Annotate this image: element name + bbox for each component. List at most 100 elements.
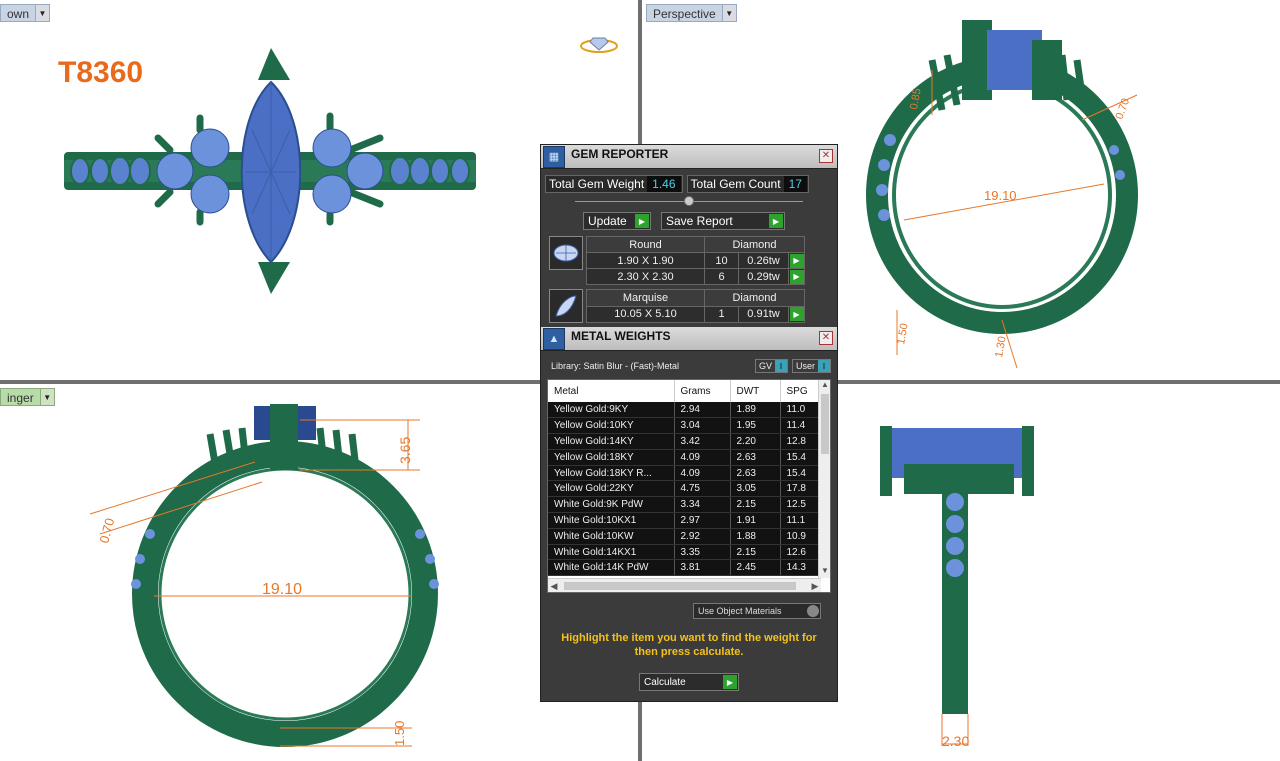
total-gem-weight-label: Total Gem Weight — [549, 177, 645, 191]
metal-name: Yellow Gold:18KY — [548, 449, 675, 466]
metal-table-container[interactable]: Metal Grams DWT SPG Yellow Gold:9KY 2.94 1… — [547, 379, 831, 593]
user-toggle[interactable]: User I — [791, 359, 831, 373]
metal-grams: 4.09 — [674, 465, 731, 482]
metal-dwt: 2.20 — [730, 433, 781, 450]
metal-name: White Gold:10KX1 — [548, 512, 675, 529]
metal-spg: 15.4 — [780, 449, 821, 466]
metal-spg: 17.8 — [780, 480, 821, 498]
metal-weights-title: METAL WEIGHTS — [571, 328, 671, 343]
table-row[interactable]: White Gold:14KX1 3.35 2.15 12.6 — [548, 544, 821, 561]
scrollbar-thumb[interactable] — [821, 394, 829, 454]
total-gem-count: Total Gem Count 17 — [686, 175, 809, 193]
gem-size: 10.05 X 5.10 — [586, 305, 705, 323]
vertical-scrollbar[interactable]: ▲ ▼ — [818, 380, 830, 578]
table-row[interactable]: White Gold:10KX1 2.97 1.91 11.1 — [548, 512, 821, 529]
library-label: Library: Satin Blur - (Fast)-Metal — [551, 361, 680, 371]
close-icon[interactable]: ✕ — [819, 331, 833, 345]
metal-name: White Gold:9K PdW — [548, 496, 675, 514]
metal-name: Yellow Gold:14KY — [548, 433, 675, 450]
metal-dwt: 2.45 — [730, 559, 781, 577]
metal-grams: 3.04 — [674, 417, 731, 435]
ring-thumbnail-icon[interactable] — [580, 37, 618, 53]
total-gem-count-value: 17 — [783, 176, 807, 192]
column-header-spg[interactable]: SPG — [780, 380, 821, 402]
horizontal-scrollbar[interactable]: ◀ ▶ — [548, 578, 821, 592]
metal-name: White Gold:14K PdW — [548, 559, 675, 577]
scroll-right-icon[interactable]: ▶ — [809, 579, 821, 592]
use-object-materials-toggle[interactable]: Use Object Materials — [693, 603, 821, 619]
metal-grams: 4.09 — [674, 449, 731, 466]
slider-handle[interactable] — [684, 196, 694, 206]
column-header-dwt[interactable]: DWT — [730, 380, 781, 402]
metal-spg: 14.3 — [780, 559, 821, 577]
metal-table: Metal Grams DWT SPG Yellow Gold:9KY 2.94 1… — [548, 380, 821, 577]
go-arrow-icon: ▶ — [789, 269, 804, 284]
gem-reporter-header[interactable]: ▦ GEM REPORTER ✕ — [541, 145, 837, 169]
dim-width: 2.30 — [942, 733, 969, 749]
gem-reporter-title: GEM REPORTER — [571, 146, 669, 161]
column-header-grams[interactable]: Grams — [674, 380, 731, 402]
dim-diameter: 19.10 — [984, 188, 1017, 203]
use-object-materials-label: Use Object Materials — [698, 606, 782, 616]
dim-band: 0.70 — [96, 516, 117, 544]
scroll-up-icon[interactable]: ▲ — [819, 380, 830, 392]
metal-spg: 11.0 — [780, 402, 821, 419]
dim-height: 3.65 — [397, 437, 413, 464]
metal-name: White Gold:10KW — [548, 528, 675, 545]
gem-row-go-button[interactable]: ▶ — [788, 252, 805, 269]
gem-weight: 0.91tw — [738, 305, 789, 323]
table-row[interactable]: Yellow Gold:10KY 3.04 1.95 11.4 — [548, 417, 821, 435]
metal-spg: 12.6 — [780, 544, 821, 561]
toggle-icon: I — [818, 360, 830, 372]
gem-group-round: Round Diamond 1.90 X 1.90 10 0.26tw ▶ 2.… — [549, 236, 833, 285]
go-arrow-icon: ▶ — [789, 253, 804, 268]
metal-dwt: 2.15 — [730, 496, 781, 514]
metal-name: Yellow Gold:10KY — [548, 417, 675, 435]
go-arrow-icon: ▶ — [635, 214, 649, 228]
radio-icon — [807, 605, 819, 617]
gem-shape: Round — [586, 236, 705, 253]
metal-dwt: 2.15 — [730, 544, 781, 561]
gem-count: 10 — [704, 252, 739, 269]
gv-label: GV — [758, 361, 772, 371]
column-header-metal[interactable]: Metal — [548, 380, 675, 402]
calculate-button[interactable]: Calculate ▶ — [639, 673, 739, 691]
go-arrow-icon: ▶ — [769, 214, 783, 228]
close-icon[interactable]: ✕ — [819, 149, 833, 163]
gem-weight: 0.29tw — [738, 268, 789, 285]
table-row[interactable]: 10.05 X 5.10 1 0.91tw ▶ — [586, 305, 805, 323]
gem-row-go-button[interactable]: ▶ — [788, 305, 805, 323]
panel-slider[interactable] — [575, 196, 803, 208]
table-row[interactable]: Yellow Gold:14KY 3.42 2.20 12.8 — [548, 433, 821, 450]
metal-dwt: 2.63 — [730, 465, 781, 482]
dim-diameter: 19.10 — [262, 581, 302, 598]
save-report-button[interactable]: Save Report ▶ — [661, 212, 785, 230]
table-row[interactable]: 2.30 X 2.30 6 0.29tw ▶ — [586, 268, 805, 285]
table-row[interactable]: Yellow Gold:18KY 4.09 2.63 15.4 — [548, 449, 821, 466]
toggle-icon: I — [774, 360, 787, 372]
metal-name: White Gold:14KX1 — [548, 544, 675, 561]
table-row[interactable]: White Gold:9K PdW 3.34 2.15 12.5 — [548, 496, 821, 514]
table-row[interactable]: Yellow Gold:18KY R... 4.09 2.63 15.4 — [548, 465, 821, 482]
metal-grams: 3.34 — [674, 496, 731, 514]
update-button[interactable]: Update ▶ — [583, 212, 651, 230]
table-row[interactable]: 1.90 X 1.90 10 0.26tw ▶ — [586, 252, 805, 269]
metal-weights-header[interactable]: ▲ METAL WEIGHTS ✕ — [541, 327, 837, 351]
metal-spg: 10.9 — [780, 528, 821, 545]
table-row[interactable]: White Gold:14K PdW 3.81 2.45 14.3 — [548, 559, 821, 577]
scroll-left-icon[interactable]: ◀ — [548, 579, 560, 592]
table-row[interactable]: Yellow Gold:22KY 4.75 3.05 17.8 — [548, 480, 821, 498]
table-row[interactable]: White Gold:10KW 2.92 1.88 10.9 — [548, 528, 821, 545]
gv-toggle[interactable]: GV I — [754, 359, 788, 373]
metal-grams: 3.81 — [674, 559, 731, 577]
metal-dwt: 2.63 — [730, 449, 781, 466]
scrollbar-thumb[interactable] — [564, 582, 796, 590]
metal-grams: 2.97 — [674, 512, 731, 529]
scroll-down-icon[interactable]: ▼ — [819, 566, 830, 578]
table-row[interactable]: Yellow Gold:9KY 2.94 1.89 11.0 — [548, 402, 821, 419]
metal-name: Yellow Gold:22KY — [548, 480, 675, 498]
gem-reporter-panel: ▦ GEM REPORTER ✕ Total Gem Weight 1.46 T… — [540, 144, 838, 702]
gem-material: Diamond — [704, 289, 805, 307]
gem-row-go-button[interactable]: ▶ — [788, 268, 805, 285]
dim-band: 0.70 — [1114, 97, 1133, 121]
